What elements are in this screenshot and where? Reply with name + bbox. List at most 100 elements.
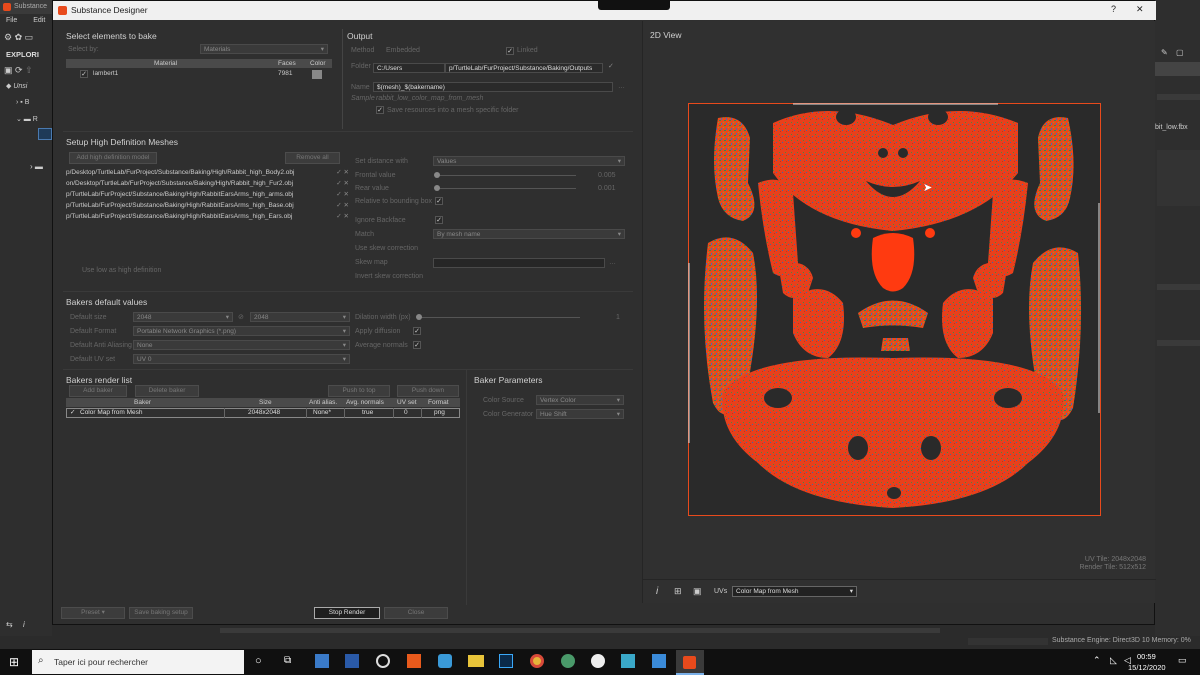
task-view-icon[interactable]: ⧉ <box>284 655 291 666</box>
name-more-icon[interactable]: … <box>618 83 625 90</box>
hd-mesh-row[interactable]: p/TurtleLab/FurProject/Substance/Baking/… <box>66 200 351 211</box>
material-color-swatch[interactable] <box>312 70 322 79</box>
gear-icon[interactable]: ⚙ <box>4 32 12 42</box>
folder-path-rest[interactable]: p/TurtleLab/FurProject/Substance/Baking/… <box>445 63 603 73</box>
tree-icon[interactable]: ⇆ <box>6 620 13 629</box>
tray-chevron-icon[interactable]: ⌃ <box>1093 655 1101 666</box>
push-top-button[interactable]: Push to top <box>328 385 390 397</box>
push-down-button[interactable]: Push down <box>397 385 459 397</box>
baker-row-check-icon[interactable]: ✓ <box>70 409 75 417</box>
delete-baker-button[interactable]: Delete baker <box>135 385 199 397</box>
grid-icon[interactable]: ⊞ <box>674 586 682 597</box>
pin-icon[interactable]: ✎ <box>1161 48 1168 57</box>
info-icon[interactable]: i <box>23 620 25 629</box>
hd-mesh-row[interactable]: p/TurtleLab/FurProject/Substance/Baking/… <box>66 211 351 222</box>
col-color[interactable]: Color <box>310 59 326 68</box>
dilation-slider[interactable] <box>416 314 580 320</box>
col-baker[interactable]: Baker <box>134 398 151 407</box>
settings-icon[interactable]: ✿ <box>15 32 23 42</box>
uv-dropdown[interactable]: UV 0 ▾ <box>133 354 350 364</box>
upload-icon[interactable]: ⇧ <box>25 65 33 75</box>
col-format[interactable]: Format <box>428 398 449 407</box>
col-material[interactable]: Material <box>154 59 177 68</box>
close-button[interactable]: ✕ <box>1136 4 1144 15</box>
color-source-dropdown[interactable]: Vertex Color ▾ <box>536 395 624 405</box>
skew-map-more-icon[interactable]: … <box>609 259 616 266</box>
baker-row[interactable]: ✓ Color Map from Mesh 2048x2048 None* tr… <box>66 408 460 418</box>
hd-mesh-row[interactable]: p/Desktop/TurtleLab/FurProject/Substance… <box>66 167 351 178</box>
taskbar-app-icon[interactable] <box>652 654 666 668</box>
skew-correction-label[interactable]: Use skew correction <box>355 245 418 252</box>
uv-canvas[interactable] <box>688 103 1102 517</box>
taskbar-search[interactable]: ⌕ Taper ici pour rechercher <box>32 650 244 674</box>
specific-folder-checkbox[interactable]: ✓ <box>376 106 384 114</box>
folder-browse-icon[interactable]: ✓ <box>608 62 614 70</box>
format-dropdown[interactable]: Portable Network Graphics (*.png) ▾ <box>133 326 350 336</box>
dilation-value[interactable]: 1 <box>616 314 620 321</box>
invert-skew-label[interactable]: Invert skew correction <box>355 273 423 280</box>
refresh-icon[interactable]: ⟳ <box>15 65 23 75</box>
rear-value[interactable]: 0.001 <box>598 185 616 192</box>
taskbar-app-icon[interactable] <box>407 654 421 668</box>
tree-item-b[interactable]: › ▪ B <box>16 99 29 106</box>
method-value[interactable]: Embedded <box>386 47 420 54</box>
stop-render-button[interactable]: Stop Render <box>314 607 380 619</box>
col-antialias[interactable]: Anti alias. <box>309 398 337 407</box>
menu-file[interactable]: File <box>6 17 17 24</box>
rear-slider[interactable] <box>434 185 576 191</box>
folder-input[interactable]: C:/Users <box>373 63 445 73</box>
tree-item-folder[interactable]: › ▬ <box>30 162 43 171</box>
taskbar-app-icon[interactable] <box>438 654 452 668</box>
save-setup-button[interactable]: Save baking setup <box>129 607 193 619</box>
col-faces[interactable]: Faces <box>278 59 296 68</box>
menu-edit[interactable]: Edit <box>33 17 45 24</box>
save-icon[interactable]: ▣ <box>4 65 13 75</box>
taskbar-app-icon[interactable] <box>591 654 605 668</box>
frontal-slider[interactable] <box>434 172 576 178</box>
hd-mesh-row[interactable]: on/Desktop/TurtleLab/FurProject/Substanc… <box>66 178 351 189</box>
hd-mesh-row[interactable]: p/TurtleLab/FurProject/Substance/Baking/… <box>66 189 351 200</box>
help-button[interactable]: ? <box>1111 4 1116 14</box>
clock-date[interactable]: 15/12/2020 <box>1128 663 1166 672</box>
fit-icon[interactable]: ▣ <box>693 586 702 597</box>
match-dropdown[interactable]: By mesh name ▾ <box>433 229 625 239</box>
frontal-value[interactable]: 0.005 <box>598 172 616 179</box>
name-input[interactable]: $(mesh)_$(bakername) <box>373 82 613 92</box>
taskbar-photoshop-icon[interactable] <box>499 654 513 668</box>
tree-item-root[interactable]: ◆ Unsi <box>6 82 27 90</box>
use-low-label[interactable]: Use low as high definition <box>82 267 161 274</box>
size-h-dropdown[interactable]: 2048 ▾ <box>250 312 350 322</box>
taskbar-app-icon[interactable] <box>315 654 329 668</box>
add-baker-button[interactable]: Add baker <box>69 385 127 397</box>
preset-button[interactable]: Preset ▾ <box>61 607 125 619</box>
apply-diffusion-checkbox[interactable]: ✓ <box>413 327 421 335</box>
bottom-scrollbar[interactable] <box>220 628 940 633</box>
add-hd-button[interactable]: Add high definition model <box>69 152 157 164</box>
cortana-icon[interactable]: ○ <box>255 655 262 667</box>
size-w-dropdown[interactable]: 2048 ▾ <box>133 312 233 322</box>
taskbar-substance-icon[interactable] <box>676 650 704 675</box>
remove-all-button[interactable]: Remove all <box>285 152 340 164</box>
col-uv-set[interactable]: UV set <box>397 398 417 407</box>
ignore-backface-checkbox[interactable]: ✓ <box>435 216 443 224</box>
material-checkbox[interactable]: ✓ <box>80 70 88 78</box>
taskbar-outlook-icon[interactable] <box>345 654 359 668</box>
link-icon[interactable]: ⊘ <box>238 313 244 321</box>
close-dialog-button[interactable]: Close <box>384 607 448 619</box>
capture-widget[interactable] <box>598 1 670 10</box>
set-distance-dropdown[interactable]: Values ▾ <box>433 156 625 166</box>
aa-dropdown[interactable]: None ▾ <box>133 340 350 350</box>
maximize-icon[interactable]: ▢ <box>1176 48 1184 57</box>
col-avg-normals[interactable]: Avg. normals <box>346 398 384 407</box>
material-row[interactable]: ✓ lambert1 7981 <box>66 69 332 79</box>
avg-normals-checkbox[interactable]: ✓ <box>413 341 421 349</box>
taskbar-app-icon[interactable] <box>621 654 635 668</box>
skew-map-input[interactable] <box>433 258 605 268</box>
map-select-dropdown[interactable]: Color Map from Mesh ▾ <box>732 586 857 597</box>
notifications-icon[interactable]: ▭ <box>1178 655 1187 666</box>
color-generator-dropdown[interactable]: Hue Shift ▾ <box>536 409 624 419</box>
tree-item-selected[interactable] <box>38 128 52 140</box>
taskbar-chrome-icon[interactable] <box>530 654 544 668</box>
relative-checkbox[interactable]: ✓ <box>435 197 443 205</box>
windows-start-icon[interactable]: ⊞ <box>9 655 19 669</box>
